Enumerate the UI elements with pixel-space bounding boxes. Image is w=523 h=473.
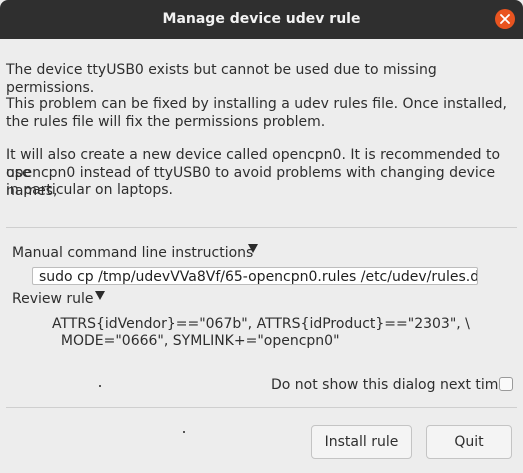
- quit-button[interactable]: Quit: [426, 425, 512, 459]
- do-not-show-label: Do not show this dialog next time: [271, 377, 508, 393]
- command-field[interactable]: sudo cp /tmp/udevVVa8Vf/65-opencpn0.rule…: [32, 267, 478, 285]
- install-rule-button[interactable]: Install rule: [311, 425, 412, 459]
- title-bar: Manage device udev rule: [0, 0, 523, 39]
- do-not-show-checkbox[interactable]: [499, 377, 513, 391]
- expander-down-icon[interactable]: [248, 244, 258, 253]
- separator-bottom: [6, 407, 517, 408]
- close-icon: [500, 14, 510, 24]
- separator-top: [6, 227, 517, 228]
- close-button[interactable]: [495, 9, 515, 29]
- fix-text-line2: the rules file will fix the permissions …: [6, 114, 326, 130]
- review-rule-label: Review rule: [12, 291, 94, 307]
- review-expander-down-icon[interactable]: [95, 291, 105, 300]
- dot-marker: [99, 385, 101, 387]
- missing-permissions-text: The device ttyUSB0 exists but cannot be …: [6, 62, 437, 96]
- create-text-line3: in particular on laptops.: [6, 182, 173, 198]
- manual-instructions-label: Manual command line instructions: [12, 245, 254, 261]
- fix-text-line1: This problem can be fixed by installing …: [6, 96, 507, 112]
- window-title: Manage device udev rule: [162, 11, 361, 27]
- review-rule-text: ATTRS{idVendor}=="067b", ATTRS{idProduct…: [52, 316, 470, 349]
- dot-marker-2: [183, 431, 185, 433]
